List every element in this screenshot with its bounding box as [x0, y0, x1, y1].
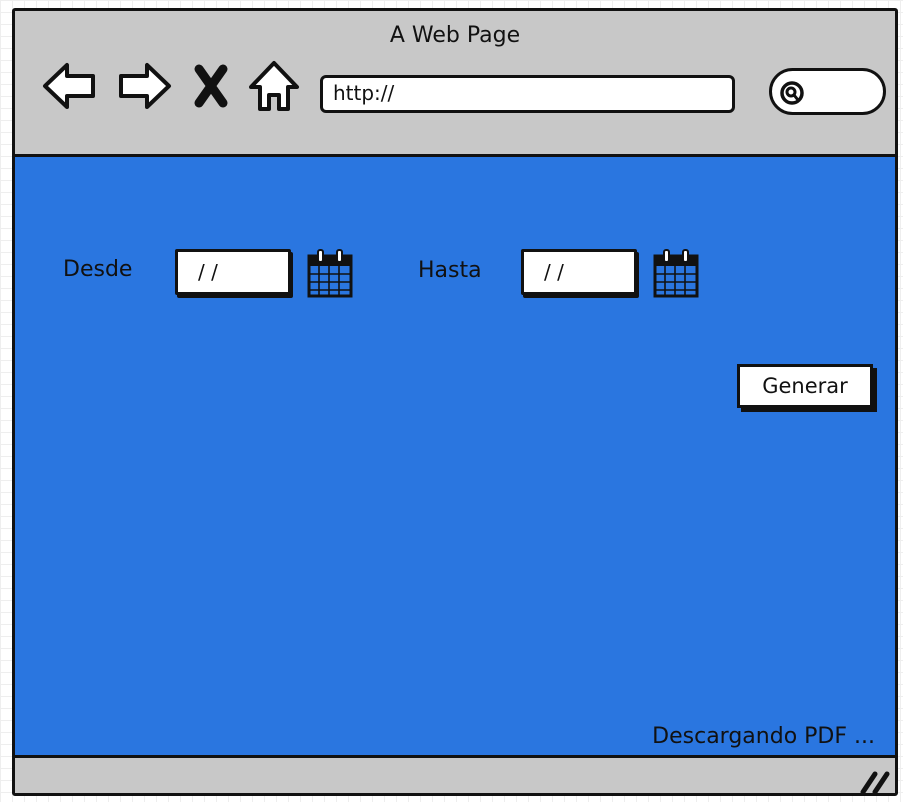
status-bar — [15, 755, 895, 794]
forward-arrow-icon[interactable] — [115, 59, 173, 113]
download-status-text: Descargando PDF ... — [652, 724, 875, 749]
from-label: Desde — [63, 257, 133, 282]
back-arrow-icon[interactable] — [41, 59, 99, 113]
browser-window: A Web Page http:// Desde / / Hasta / / G… — [12, 8, 898, 796]
from-date-field[interactable]: / / — [175, 249, 291, 295]
browser-toolbar: A Web Page http:// — [15, 11, 895, 157]
search-input[interactable] — [769, 68, 886, 115]
generate-button[interactable]: Generar — [737, 364, 873, 408]
resize-grip-icon[interactable] — [857, 768, 891, 794]
window-title: A Web Page — [389, 23, 521, 48]
to-label: Hasta — [418, 258, 482, 283]
calendar-icon[interactable] — [653, 248, 699, 298]
to-date-field[interactable]: / / — [521, 249, 637, 295]
home-icon[interactable] — [245, 59, 303, 113]
main-content: Desde / / Hasta / / Generar Descargando … — [15, 157, 895, 755]
url-input[interactable]: http:// — [320, 75, 735, 113]
calendar-icon[interactable] — [307, 248, 353, 298]
search-icon — [780, 81, 804, 105]
close-icon[interactable] — [191, 59, 231, 113]
